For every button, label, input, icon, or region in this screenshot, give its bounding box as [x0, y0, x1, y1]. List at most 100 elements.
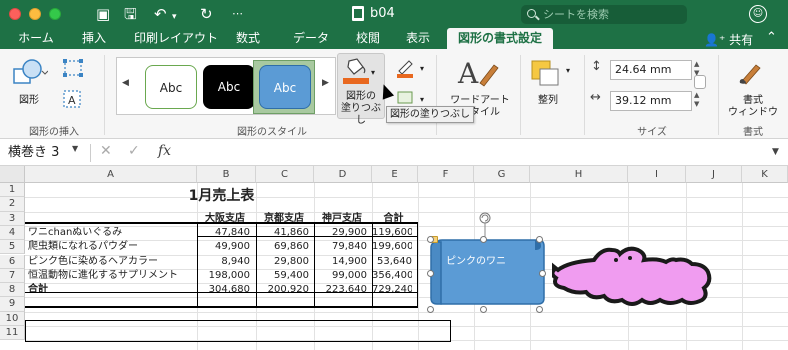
edit-points-icon[interactable] — [62, 57, 90, 81]
row-header-9[interactable]: 9 — [0, 297, 25, 312]
resize-handle-se[interactable] — [536, 306, 543, 313]
resize-handle-n[interactable] — [480, 236, 487, 243]
shape-outline-icon[interactable] — [396, 58, 416, 74]
shape-style-3[interactable]: Abc — [259, 65, 311, 109]
shape-styles-gallery[interactable]: ◀ Abc Abc Abc ▶ — [116, 57, 336, 115]
sales-value-cell[interactable]: 14,900 — [314, 255, 367, 269]
gallery-prev-icon[interactable]: ◀ — [122, 78, 129, 88]
text-box-icon[interactable]: A — [62, 89, 90, 111]
redo-icon[interactable]: ↻ — [200, 5, 213, 23]
sales-value-cell[interactable]: 29,900 — [314, 226, 367, 240]
expand-formula-icon[interactable]: ▼ — [772, 147, 779, 157]
row-header-6[interactable]: 6 — [0, 254, 25, 269]
arrange-icon[interactable] — [530, 59, 564, 89]
sales-value-cell[interactable]: 99,000 — [314, 269, 367, 283]
effects-dropdown-icon[interactable]: ▾ — [420, 94, 424, 106]
sales-value-cell[interactable]: 200,920 — [256, 283, 309, 297]
row-header-1[interactable]: 1 — [0, 183, 25, 198]
tab-data[interactable]: データ — [286, 28, 336, 49]
shapes-icon[interactable] — [12, 57, 48, 89]
column-header-e[interactable]: E — [372, 166, 418, 183]
resize-handle-s[interactable] — [480, 306, 487, 313]
collapse-ribbon-icon[interactable]: ⌃ — [766, 30, 777, 45]
tab-insert[interactable]: 挿入 — [74, 28, 114, 49]
width-input[interactable]: 39.12 mm — [610, 91, 692, 111]
tab-shape-format[interactable]: 図形の書式設定 — [447, 28, 553, 49]
row-header-10[interactable]: 10 — [0, 311, 25, 326]
sales-value-cell[interactable]: 199,600 — [372, 240, 412, 254]
tab-view[interactable]: 表示 — [398, 28, 438, 49]
sales-value-cell[interactable]: 356,400 — [372, 269, 412, 283]
format-pane-icon[interactable] — [736, 57, 766, 87]
resize-handle-ne[interactable] — [536, 236, 543, 243]
sales-value-cell[interactable]: 49,900 — [197, 240, 250, 254]
sidebar-toggle-icon[interactable]: ▣ — [96, 5, 110, 23]
name-box-dropdown-icon[interactable]: ▼ — [72, 144, 78, 153]
column-header-i[interactable]: I — [628, 166, 686, 183]
sales-value-cell[interactable]: 119,600 — [372, 226, 412, 240]
resize-handle-sw[interactable] — [427, 306, 434, 313]
sheet-search-input[interactable]: シートを検索 — [521, 5, 687, 24]
fill-dropdown-icon[interactable]: ▾ — [371, 67, 375, 79]
tab-page-layout[interactable]: 印刷レイアウト — [128, 28, 224, 49]
confirm-icon[interactable]: ✓ — [128, 143, 140, 159]
column-header-f[interactable]: F — [418, 166, 474, 183]
row-header-2[interactable]: 2 — [0, 197, 25, 212]
shape-style-2[interactable]: Abc — [203, 65, 255, 109]
product-name-cell[interactable]: 爬虫類になれるパウダー — [28, 240, 196, 254]
column-header-b[interactable]: B — [197, 166, 256, 183]
row-header-7[interactable]: 7 — [0, 268, 25, 284]
sales-value-cell[interactable]: 29,800 — [256, 255, 309, 269]
sales-value-cell[interactable]: 59,400 — [256, 269, 309, 283]
column-header-g[interactable]: G — [474, 166, 530, 183]
more-icon[interactable]: ⋯ — [232, 5, 243, 23]
select-all-corner[interactable] — [0, 166, 25, 183]
save-icon[interactable]: 🖫 — [124, 5, 137, 23]
outline-dropdown-icon[interactable]: ▾ — [420, 63, 424, 75]
row-header-3[interactable]: 3 — [0, 211, 25, 226]
minimize-window-button[interactable] — [29, 8, 41, 20]
product-name-cell[interactable]: ピンク色に染めるヘアカラー — [28, 255, 196, 269]
feedback-smiley-icon[interactable]: ☺ — [749, 5, 767, 23]
sales-value-cell[interactable]: 69,860 — [256, 240, 309, 254]
undo-dropdown-icon[interactable]: ▾ — [172, 8, 177, 26]
row-header-8[interactable]: 8 — [0, 283, 25, 298]
arrange-dropdown-icon[interactable]: ▾ — [566, 65, 570, 77]
sales-value-cell[interactable]: 47,840 — [197, 226, 250, 240]
row-header-11[interactable]: 11 — [0, 326, 25, 341]
column-header-a[interactable]: A — [25, 166, 197, 183]
column-header-j[interactable]: J — [686, 166, 742, 183]
sales-value-cell[interactable]: 729,240 — [372, 283, 412, 297]
undo-icon[interactable]: ↶ — [154, 5, 167, 23]
sales-value-cell[interactable]: 223,640 — [314, 283, 367, 297]
column-header-c[interactable]: C — [256, 166, 314, 183]
cancel-icon[interactable]: ✕ — [100, 143, 112, 159]
total-label-cell[interactable]: 合計 — [28, 283, 196, 297]
sales-value-cell[interactable]: 79,840 — [314, 240, 367, 254]
width-spinner[interactable]: ▲ ▼ — [694, 91, 704, 109]
lock-aspect-icon[interactable] — [694, 75, 706, 89]
close-window-button[interactable] — [9, 8, 21, 20]
wordart-styles-icon[interactable]: A — [456, 57, 500, 89]
tab-review[interactable]: 校閲 — [348, 28, 388, 49]
product-name-cell[interactable]: 恒温動物に進化するサプリメント — [28, 269, 196, 283]
resize-handle-w[interactable] — [427, 270, 434, 277]
sales-value-cell[interactable]: 198,000 — [197, 269, 250, 283]
sales-value-cell[interactable]: 304,680 — [197, 283, 250, 297]
product-name-cell[interactable]: ワニchanぬいぐるみ — [28, 226, 196, 240]
tab-home[interactable]: ホーム — [10, 28, 62, 49]
sales-value-cell[interactable]: 8,940 — [197, 255, 250, 269]
insert-function-icon[interactable]: fx — [158, 143, 171, 159]
share-button[interactable]: 👤⁺ 共有 — [704, 31, 753, 48]
column-header-d[interactable]: D — [314, 166, 372, 183]
pink-crocodile-image[interactable] — [552, 240, 722, 310]
scroll-shape-text[interactable]: ピンクのワニ — [446, 252, 506, 267]
gallery-next-icon[interactable]: ▶ — [322, 78, 329, 88]
row-header-4[interactable]: 4 — [0, 225, 25, 241]
empty-bordered-box[interactable] — [25, 320, 451, 342]
name-box[interactable]: 横巻き 3 — [8, 143, 82, 163]
column-header-k[interactable]: K — [742, 166, 788, 183]
zoom-window-button[interactable] — [49, 8, 61, 20]
tab-formulas[interactable]: 数式 — [226, 28, 270, 49]
shape-style-1[interactable]: Abc — [145, 65, 197, 109]
